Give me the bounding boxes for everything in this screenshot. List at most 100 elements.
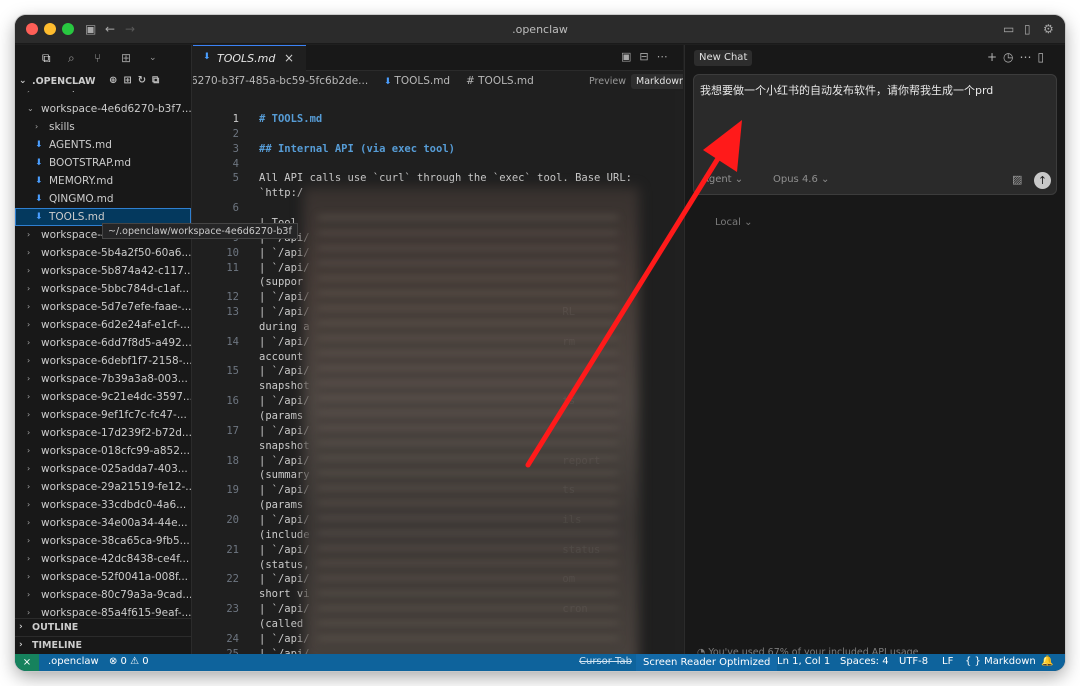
code-line[interactable]: (params	[259, 499, 303, 511]
tree-item[interactable]: › workspace-17d239f2-b72d...	[15, 424, 191, 442]
code-line[interactable]: | `/api/	[259, 425, 310, 437]
problems-count[interactable]: ⊗ 0 ⚠ 0	[109, 656, 149, 667]
chevron-down-icon[interactable]: ⌄	[149, 53, 157, 63]
tree-item[interactable]: › workspace-9ef1fc7c-fc47-...	[15, 406, 191, 424]
code-line[interactable]: | `/api/	[259, 291, 310, 303]
encoding[interactable]: UTF-8	[899, 656, 928, 667]
explorer-actions[interactable]: ⊕⊞↻⧉	[109, 75, 165, 86]
editor-scrollbar[interactable]	[675, 91, 683, 651]
tree-item-label: BOOTSTRAP.md	[49, 157, 132, 169]
tree-item[interactable]: › workspace-5b874a42-c117...	[15, 262, 191, 280]
tree-item[interactable]: › workspace-52f0041a-008f...	[15, 568, 191, 586]
code-line[interactable]: ## Internal API (via exec tool)	[259, 143, 455, 155]
timeline-header[interactable]: › TIMELINE	[15, 636, 192, 654]
line-number: 16	[226, 395, 239, 408]
cursor-position[interactable]: Ln 1, Col 1	[777, 656, 830, 667]
tree-item[interactable]: › workspace-5d7e7efe-faae-...	[15, 298, 191, 316]
explorer-root-header[interactable]: ⌄ .OPENCLAW ⊕⊞↻⧉	[15, 73, 191, 91]
tree-item[interactable]: › workspace-6debf1f7-2158-...	[15, 352, 191, 370]
outline-label: OUTLINE	[32, 622, 79, 633]
settings-gear-icon[interactable]: ⚙	[1043, 21, 1054, 37]
tree-item[interactable]: ⬇ QINGMO.md	[15, 190, 191, 208]
tree-item[interactable]: › skills	[15, 118, 191, 136]
tree-item[interactable]: › workspace-6d2e24af-e1cf-...	[15, 316, 191, 334]
markdown-file-icon: ⬇	[35, 194, 43, 204]
bell-icon[interactable]: 🔔	[1041, 656, 1053, 667]
screen-reader-status[interactable]: Screen Reader Optimized	[636, 654, 778, 671]
code-line[interactable]: snapshot	[259, 440, 310, 452]
line-number: 11	[226, 261, 239, 274]
code-line[interactable]: (summary	[259, 469, 310, 481]
chat-input-box[interactable]: 我想要做一个小红书的自动发布软件，请你帮我生成一个prd Agent ⌄ Opu…	[693, 74, 1057, 195]
code-line[interactable]: | `/api/	[259, 247, 310, 259]
tree-item[interactable]: › workspace-025adda7-403...	[15, 460, 191, 478]
tree-item[interactable]: › workspace-018cfc99-a852...	[15, 442, 191, 460]
local-mode-select[interactable]: Local ⌄	[715, 217, 752, 228]
editor-layout-icons[interactable]: ▣⊟⋯	[621, 50, 676, 63]
code-line[interactable]: (params	[259, 410, 303, 422]
chevron-right-icon: ›	[27, 356, 31, 365]
tree-item[interactable]: › workspace-33cdbdc0-4a6...	[15, 496, 191, 514]
tree-item[interactable]: ›workspace-4d4bc037-707e...	[15, 91, 191, 100]
chevron-right-icon: ›	[27, 338, 31, 347]
workspace-name[interactable]: .openclaw	[48, 656, 99, 667]
preview-toggle[interactable]: Preview	[584, 74, 631, 89]
tree-item[interactable]: › workspace-42dc8438-ce4f...	[15, 550, 191, 568]
extensions-icon[interactable]: ⊞	[121, 51, 131, 65]
tree-item[interactable]: › workspace-5bbc784d-c1af...	[15, 280, 191, 298]
search-icon[interactable]: ⌕	[68, 51, 75, 66]
tree-item[interactable]: › workspace-5b4a2f50-60a6...	[15, 244, 191, 262]
breadcrumb-path[interactable]: 6270-b3f7-485a-bc59-5fc6b2de...	[193, 75, 368, 87]
outline-header[interactable]: › OUTLINE	[15, 618, 192, 636]
language-mode[interactable]: { } Markdown	[965, 656, 1036, 667]
markdown-toggle[interactable]: Markdown	[631, 74, 683, 89]
tree-item[interactable]: ⬇ AGENTS.md	[15, 136, 191, 154]
toggle-panel-icon[interactable]: ▭	[1003, 21, 1014, 37]
tree-item[interactable]: › workspace-38ca65ca-9fb5...	[15, 532, 191, 550]
code-line[interactable]: (include	[259, 529, 310, 541]
source-control-icon[interactable]: ⑂	[94, 51, 101, 65]
code-line[interactable]: during a	[259, 321, 310, 333]
code-line[interactable]: account	[259, 351, 303, 363]
breadcrumb-file-label: TOOLS.md	[394, 75, 451, 87]
model-select[interactable]: Opus 4.6 ⌄	[773, 174, 829, 185]
markdown-file-icon: ⬇	[35, 212, 43, 222]
agent-mode-select[interactable]: Agent ⌄	[702, 174, 743, 185]
tab-tools-md[interactable]: ⬇ TOOLS.md ×	[193, 45, 306, 71]
code-line[interactable]: | `/api/	[259, 365, 310, 377]
tree-item[interactable]: ⬇ MEMORY.md	[15, 172, 191, 190]
breadcrumb-file[interactable]: ⬇ TOOLS.md	[384, 75, 450, 87]
tree-item[interactable]: › workspace-9c21e4dc-3597...	[15, 388, 191, 406]
close-tab-icon[interactable]: ×	[284, 51, 294, 65]
chat-message-text[interactable]: 我想要做一个小红书的自动发布软件，请你帮我生成一个prd	[700, 82, 993, 98]
chevron-right-icon: ›	[27, 410, 31, 419]
tree-item[interactable]: ⬇ BOOTSTRAP.md	[15, 154, 191, 172]
breadcrumb-symbol[interactable]: # TOOLS.md	[466, 75, 534, 87]
indentation[interactable]: Spaces: 4	[840, 656, 889, 667]
chat-header-actions[interactable]: +◷⋯▯	[987, 50, 1050, 64]
files-icon[interactable]: ⧉	[42, 51, 51, 66]
chevron-right-icon: ›	[27, 464, 31, 473]
new-chat-tab[interactable]: New Chat	[694, 50, 753, 66]
code-line[interactable]: (status,	[259, 559, 310, 571]
cursor-tab-status[interactable]: Cursor Tab	[579, 656, 632, 667]
code-line[interactable]: short vi	[259, 588, 310, 600]
tree-item[interactable]: › workspace-29a21519-fe12-...	[15, 478, 191, 496]
tree-item[interactable]: › workspace-7b39a3a8-003...	[15, 370, 191, 388]
code-line[interactable]: All API calls use `curl` through the `ex…	[259, 172, 632, 184]
code-line[interactable]: | `/api/	[259, 262, 310, 274]
tree-item[interactable]: › workspace-34e00a34-44e...	[15, 514, 191, 532]
tree-item[interactable]: ⌄ workspace-4e6d6270-b3f7...	[15, 100, 191, 118]
end-of-line[interactable]: LF	[942, 656, 953, 667]
code-line[interactable]: # TOOLS.md	[259, 113, 322, 125]
tree-item[interactable]: › workspace-80c79a3a-9cad...	[15, 586, 191, 604]
send-button[interactable]: ↑	[1034, 172, 1051, 189]
code-line[interactable]: snapshot	[259, 380, 310, 392]
code-line[interactable]: (called	[259, 618, 303, 630]
code-line[interactable]: | `/api/	[259, 633, 310, 645]
code-line[interactable]: `http:/	[259, 187, 303, 199]
tree-item[interactable]: › workspace-6dd7f8d5-a492...	[15, 334, 191, 352]
image-attach-icon[interactable]: ▨	[1012, 173, 1022, 186]
toggle-chat-icon[interactable]: ▯	[1024, 21, 1031, 37]
remote-indicator[interactable]: ⨯	[15, 654, 39, 671]
